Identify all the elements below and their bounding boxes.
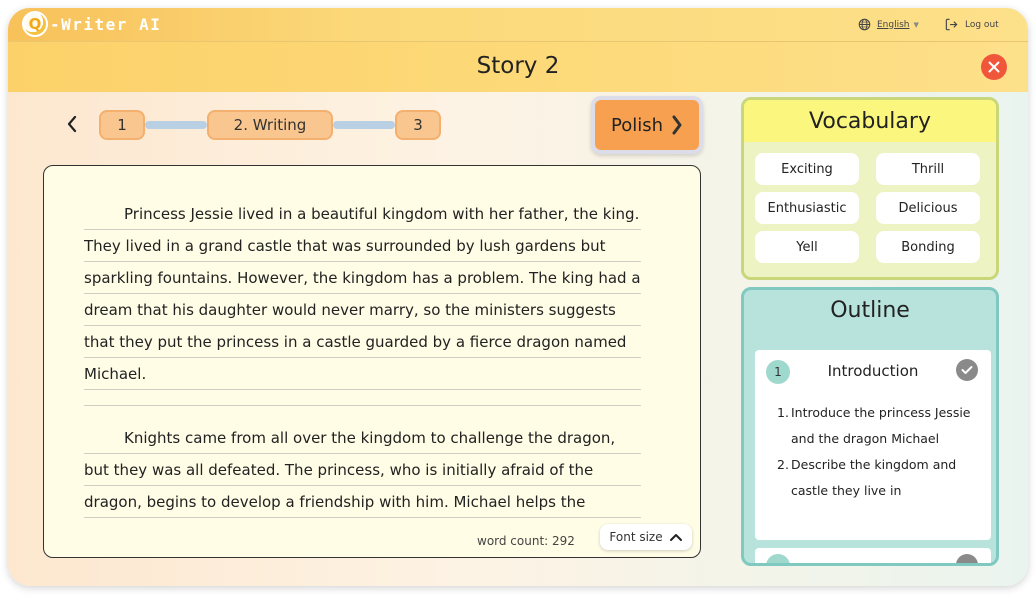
story-paragraph[interactable]: Princess Jessie lived in a beautiful kin… xyxy=(84,198,641,390)
step-3[interactable]: 3 xyxy=(395,110,441,140)
vocab-chip[interactable]: Enthusiastic xyxy=(755,192,859,224)
logout-icon xyxy=(945,18,958,31)
outline-item-text: Introduce the princess Jessie and the dr… xyxy=(791,405,971,446)
chevron-right-icon xyxy=(672,115,682,135)
paragraph-text: Princess Jessie lived in a beautiful kin… xyxy=(84,205,641,383)
vocab-chip[interactable]: Thrill xyxy=(876,153,980,185)
outline-items: 1. Introduce the princess Jessie and the… xyxy=(777,400,977,504)
logo-text: -Writer AI xyxy=(50,14,162,34)
check-icon[interactable] xyxy=(956,554,978,563)
paragraph-text: Knights came from all over the kingdom t… xyxy=(84,429,616,511)
logout-button[interactable]: Log out xyxy=(944,17,999,32)
vocab-chip[interactable]: Delicious xyxy=(876,192,980,224)
chevron-left-icon xyxy=(67,115,77,133)
chevron-up-icon xyxy=(669,534,682,541)
outline-item-number: 2. xyxy=(777,457,789,472)
top-bar: Q -Writer AI English ▼ Log out xyxy=(8,8,1028,42)
outline-item: 1. Introduce the princess Jessie and the… xyxy=(777,400,977,452)
word-count: word count: 292 xyxy=(477,534,575,548)
step-1[interactable]: 1 xyxy=(99,110,145,140)
back-button[interactable] xyxy=(66,114,78,138)
globe-icon xyxy=(858,18,871,31)
outline-item: 2. Describe the kingdom and castle they … xyxy=(777,452,977,504)
logo[interactable]: Q -Writer AI xyxy=(22,11,161,37)
outline-title: Outline xyxy=(830,297,910,323)
vocabulary-panel: Vocabulary Exciting Thrill Enthusiastic … xyxy=(741,97,999,280)
polish-button[interactable]: Polish xyxy=(591,96,703,154)
vocabulary-title: Vocabulary xyxy=(744,100,996,142)
font-size-label: Font size xyxy=(609,530,663,544)
outline-section[interactable]: 1 Introduction 1. Introduce the princess… xyxy=(755,350,991,540)
story-paragraph[interactable]: Knights came from all over the kingdom t… xyxy=(84,422,641,518)
step-2-writing[interactable]: 2. Writing xyxy=(207,110,333,140)
story-editor[interactable]: Princess Jessie lived in a beautiful kin… xyxy=(43,165,701,558)
outline-item-text: Describe the kingdom and castle they liv… xyxy=(791,457,957,498)
chevron-down-icon: ▼ xyxy=(913,20,919,29)
close-button[interactable] xyxy=(981,54,1007,80)
vocab-chip[interactable]: Exciting xyxy=(755,153,859,185)
vocab-chip[interactable]: Yell xyxy=(755,231,859,263)
outline-section[interactable] xyxy=(755,548,991,563)
outline-item-number: 1. xyxy=(777,405,789,420)
polish-label: Polish xyxy=(610,114,663,136)
language-label: English xyxy=(877,19,910,30)
logo-icon: Q xyxy=(22,11,48,37)
section-number-badge xyxy=(766,554,790,563)
check-icon[interactable] xyxy=(956,359,978,381)
logout-label: Log out xyxy=(965,19,999,30)
close-icon xyxy=(988,61,1000,73)
app-window: Q -Writer AI English ▼ Log out Story 2 1… xyxy=(8,8,1028,586)
ruled-line xyxy=(84,405,641,406)
language-selector[interactable]: English ▼ xyxy=(858,18,919,31)
vocab-chip[interactable]: Bonding xyxy=(876,231,980,263)
step-connector xyxy=(333,121,395,129)
title-bar: Story 2 xyxy=(8,42,1028,92)
outline-panel: Outline 1 Introduction 1. Introduce the … xyxy=(741,287,999,566)
page-title: Story 2 xyxy=(476,53,560,79)
step-connector xyxy=(145,121,207,129)
font-size-button[interactable]: Font size xyxy=(600,524,692,550)
